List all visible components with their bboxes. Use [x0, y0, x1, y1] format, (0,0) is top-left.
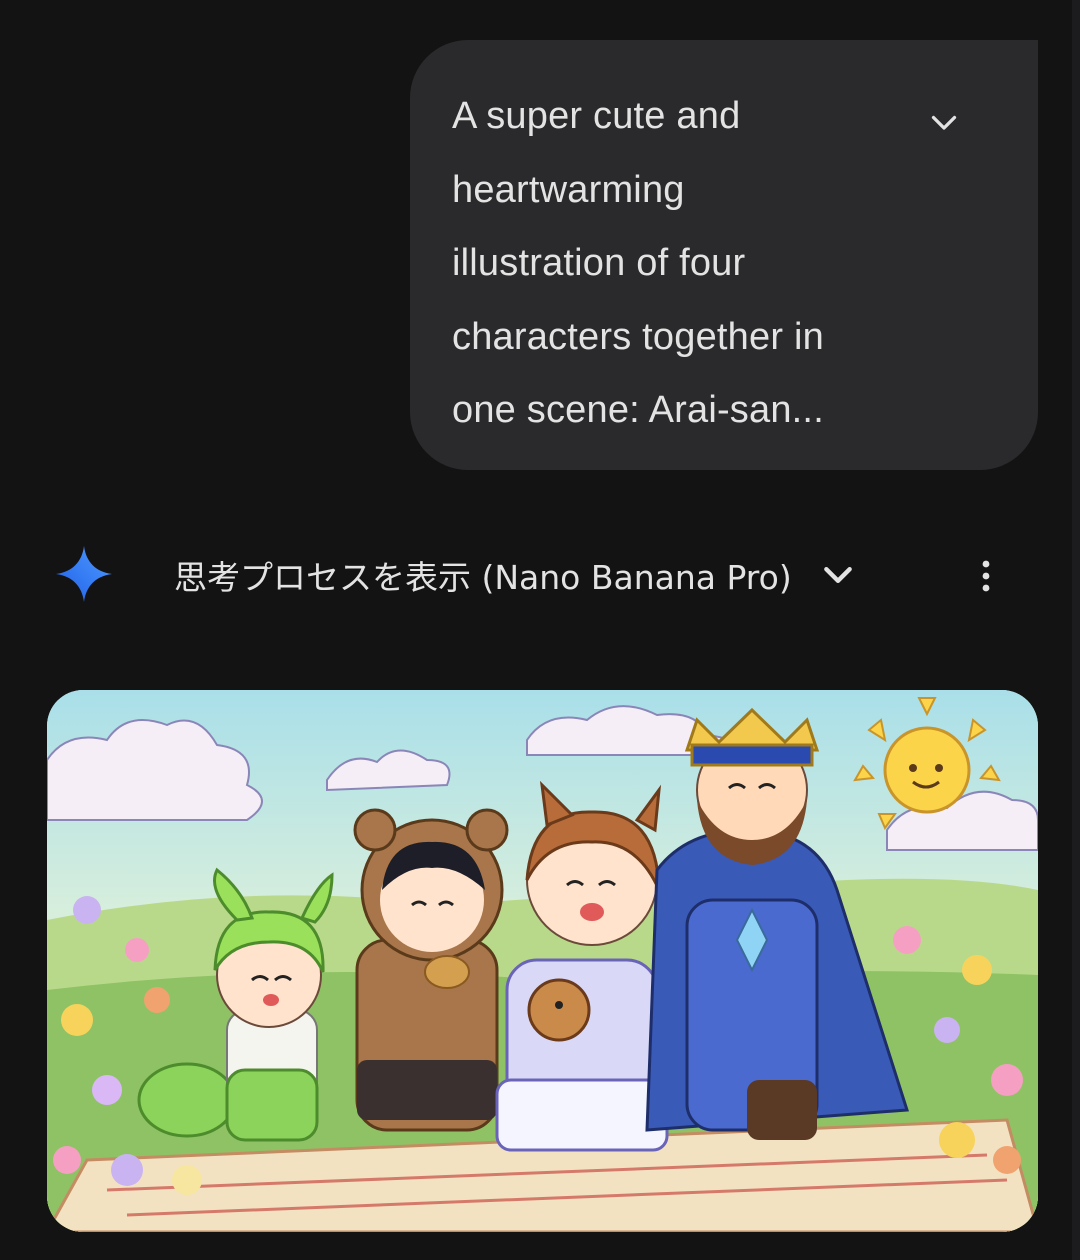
user-message-bubble[interactable]: A super cute and heartwarming illustrati…: [410, 40, 1038, 470]
chevron-down-icon[interactable]: [926, 104, 962, 140]
scroll-track: [1072, 0, 1080, 1260]
user-message-line: characters together in: [452, 315, 824, 358]
user-message-line: heartwarming: [452, 168, 685, 211]
chevron-down-icon: [823, 567, 852, 583]
user-message-line: A super cute and: [452, 95, 741, 137]
user-message-line: illustration of four: [452, 242, 746, 284]
user-message-text: A super cute and heartwarming illustrati…: [452, 80, 912, 448]
user-message-line: one scene: Arai-san...: [452, 389, 824, 431]
more-vert-icon[interactable]: [966, 556, 1006, 596]
gemini-sparkle-icon: [56, 546, 112, 602]
generated-image[interactable]: [47, 690, 1038, 1232]
character-raccoon: [353, 808, 509, 1132]
thinking-label: 思考プロセスを表示 (Nano Banana Pro): [174, 558, 792, 597]
show-thinking-toggle[interactable]: 思考プロセスを表示 (Nano Banana Pro): [174, 550, 858, 600]
generated-illustration: [47, 690, 1038, 1232]
